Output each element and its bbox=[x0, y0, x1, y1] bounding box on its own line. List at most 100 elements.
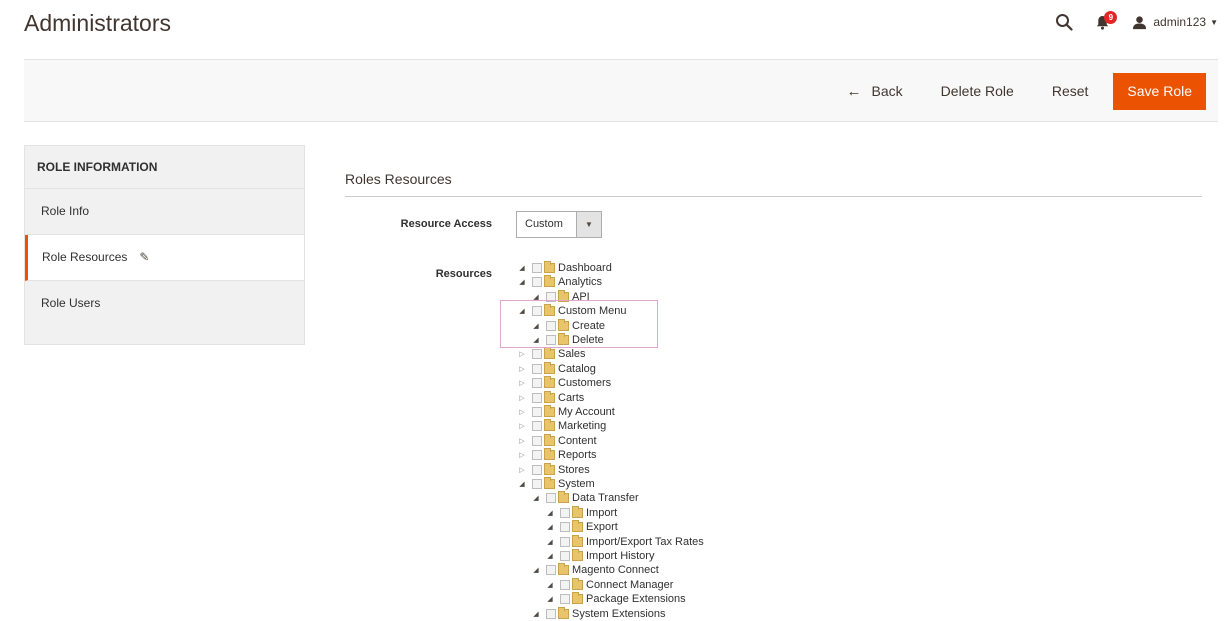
tree-node: ◢ Connect Manager bbox=[545, 577, 673, 592]
tree-expanded-icon[interactable]: ◢ bbox=[545, 538, 555, 546]
tree-checkbox[interactable] bbox=[532, 450, 542, 461]
tree-node: ◢ Dashboard bbox=[517, 261, 612, 275]
folder-icon bbox=[572, 577, 583, 590]
tree-collapsed-icon[interactable]: ▷ bbox=[517, 365, 527, 373]
user-account-menu[interactable]: admin123 ▼ bbox=[1132, 15, 1218, 30]
back-button[interactable]: ← Back bbox=[834, 74, 916, 109]
tree-checkbox[interactable] bbox=[560, 579, 570, 590]
tree-node-label[interactable]: Package Extensions bbox=[586, 593, 686, 605]
tree-checkbox[interactable] bbox=[560, 551, 570, 561]
tree-checkbox[interactable] bbox=[532, 363, 542, 374]
search-button[interactable] bbox=[1055, 13, 1073, 31]
tree-node-label[interactable]: My Account bbox=[558, 406, 615, 418]
tree-collapsed-icon[interactable]: ▷ bbox=[517, 350, 527, 358]
tree-checkbox[interactable] bbox=[532, 378, 542, 389]
tree-checkbox[interactable] bbox=[546, 493, 556, 504]
sidebar-item-role-info[interactable]: Role Info bbox=[25, 189, 304, 235]
tree-checkbox[interactable] bbox=[560, 507, 570, 518]
sidebar-item-label: Role Resources bbox=[42, 250, 128, 264]
tree-expanded-icon[interactable]: ◢ bbox=[531, 566, 541, 574]
tree-checkbox[interactable] bbox=[532, 435, 542, 446]
tree-node: ◢ Import bbox=[545, 505, 617, 520]
tree-node-label[interactable]: Marketing bbox=[558, 420, 606, 432]
delete-role-button[interactable]: Delete Role bbox=[928, 74, 1027, 109]
role-information-nav: ROLE INFORMATION Role Info Role Resource… bbox=[24, 145, 305, 345]
delete-role-label: Delete Role bbox=[940, 83, 1014, 99]
tree-checkbox[interactable] bbox=[560, 594, 570, 605]
tree-collapsed-icon[interactable]: ▷ bbox=[517, 422, 527, 430]
tree-node-label[interactable]: Magento Connect bbox=[572, 564, 659, 576]
tree-node-label[interactable]: Dashboard bbox=[558, 262, 612, 274]
tree-expanded-icon[interactable]: ◢ bbox=[531, 494, 541, 502]
save-role-button[interactable]: Save Role bbox=[1113, 73, 1206, 110]
tree-collapsed-icon[interactable]: ▷ bbox=[517, 408, 527, 416]
folder-icon bbox=[572, 505, 583, 518]
tree-checkbox[interactable] bbox=[532, 421, 542, 432]
folder-icon bbox=[558, 606, 569, 619]
sidebar-item-role-users[interactable]: Role Users bbox=[25, 281, 304, 326]
tree-expanded-icon[interactable]: ◢ bbox=[545, 595, 555, 603]
tree-expanded-icon[interactable]: ◢ bbox=[545, 581, 555, 589]
folder-icon bbox=[544, 405, 555, 417]
folder-icon bbox=[544, 261, 555, 273]
tree-node-label[interactable]: Content bbox=[558, 435, 597, 447]
tree-node-label[interactable]: Sales bbox=[558, 348, 586, 360]
tree-expanded-icon[interactable]: ◢ bbox=[517, 278, 527, 286]
folder-icon bbox=[544, 462, 555, 475]
tree-checkbox[interactable] bbox=[532, 263, 542, 273]
tree-checkbox[interactable] bbox=[532, 464, 542, 475]
tree-node-label[interactable]: Stores bbox=[558, 464, 590, 476]
tree-collapsed-icon[interactable]: ▷ bbox=[517, 451, 527, 459]
tree-collapsed-icon[interactable]: ▷ bbox=[517, 394, 527, 402]
tree-node-label[interactable]: Data Transfer bbox=[572, 492, 639, 504]
tree-node-label[interactable]: Analytics bbox=[558, 276, 602, 288]
tree-node: ◢ System bbox=[517, 477, 595, 491]
tree-node: ▷ Sales bbox=[517, 347, 586, 361]
tree-node: ◢ System Extensions bbox=[531, 606, 666, 621]
tree-checkbox[interactable] bbox=[546, 608, 556, 619]
resource-access-value: Custom bbox=[525, 218, 563, 230]
tree-expanded-icon[interactable]: ◢ bbox=[545, 552, 555, 560]
tree-checkbox[interactable] bbox=[546, 565, 556, 576]
tree-node-label[interactable]: Customers bbox=[558, 377, 611, 389]
tree-expanded-icon[interactable]: ◢ bbox=[545, 509, 555, 517]
tree-checkbox[interactable] bbox=[532, 277, 542, 288]
tree-node-label[interactable]: Connect Manager bbox=[586, 579, 673, 591]
tree-checkbox[interactable] bbox=[532, 407, 542, 417]
tree-expanded-icon[interactable]: ◢ bbox=[545, 523, 555, 531]
reset-button[interactable]: Reset bbox=[1039, 74, 1102, 109]
resource-access-select[interactable]: Custom ▼ bbox=[516, 211, 602, 238]
tree-checkbox[interactable] bbox=[532, 392, 542, 403]
tree-node-label[interactable]: System bbox=[558, 478, 595, 490]
tree-node-label[interactable]: Import/Export Tax Rates bbox=[586, 536, 704, 548]
tree-node-label[interactable]: Import History bbox=[586, 550, 654, 562]
tree-checkbox[interactable] bbox=[560, 536, 570, 547]
tree-expanded-icon[interactable]: ◢ bbox=[517, 264, 527, 272]
tree-collapsed-icon[interactable]: ▷ bbox=[517, 379, 527, 387]
tree-node-label[interactable]: Export bbox=[586, 521, 618, 533]
tree-node-label[interactable]: Carts bbox=[558, 392, 584, 404]
folder-icon bbox=[558, 491, 569, 504]
tree-node: ▷ My Account bbox=[517, 405, 615, 419]
sidebar-item-role-resources[interactable]: Role Resources ✎ bbox=[25, 235, 304, 281]
folder-icon bbox=[544, 376, 555, 389]
folder-icon bbox=[572, 592, 583, 605]
tree-node-label[interactable]: Reports bbox=[558, 449, 597, 461]
tree-collapsed-icon[interactable]: ▷ bbox=[517, 437, 527, 445]
tree-checkbox[interactable] bbox=[560, 522, 570, 533]
folder-icon bbox=[544, 419, 555, 432]
tree-expanded-icon[interactable]: ◢ bbox=[517, 480, 527, 488]
tree-node: ◢ Analytics bbox=[517, 275, 602, 289]
tree-node: ◢ Export bbox=[545, 520, 618, 534]
folder-icon bbox=[572, 534, 583, 547]
tree-node: ▷ Content bbox=[517, 433, 597, 448]
tree-node-label[interactable]: Catalog bbox=[558, 363, 596, 375]
tree-expanded-icon[interactable]: ◢ bbox=[531, 610, 541, 618]
notifications-button[interactable]: 9 bbox=[1095, 10, 1118, 30]
tree-collapsed-icon[interactable]: ▷ bbox=[517, 466, 527, 474]
tree-checkbox[interactable] bbox=[532, 479, 542, 489]
tree-node: ▷ Catalog bbox=[517, 361, 596, 376]
tree-node: ◢ Import History bbox=[545, 549, 654, 563]
tree-node-label[interactable]: Import bbox=[586, 507, 617, 519]
tree-checkbox[interactable] bbox=[532, 349, 542, 360]
